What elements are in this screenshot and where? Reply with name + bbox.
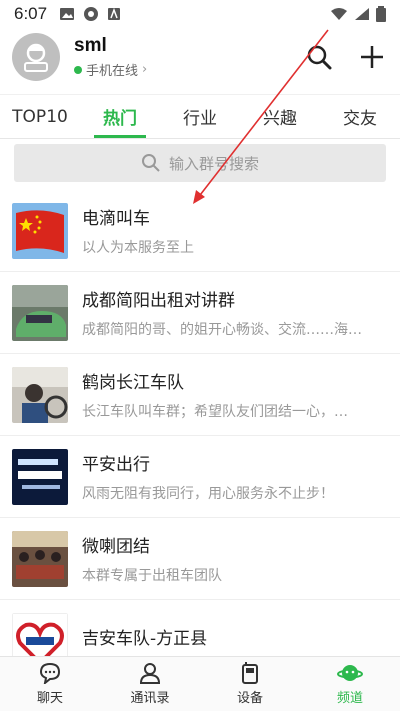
group-description: 以人为本服务至上 xyxy=(82,240,194,256)
group-description: 风雨无阻有我同行，用心服务永不止步！ xyxy=(82,486,334,502)
signal-icon xyxy=(355,8,369,20)
list-item[interactable]: 微喇团结 本群专属于出租车团队 xyxy=(0,518,400,600)
tab-friends[interactable]: 交友 xyxy=(320,95,400,138)
group-title: 电滴叫车 xyxy=(82,209,150,229)
group-description: 成都简阳的哥、的姐开心畅谈、交流……海… xyxy=(82,322,362,338)
channel-planet-icon xyxy=(337,665,363,681)
search-icon xyxy=(141,154,160,172)
nav-chat[interactable]: 聊天 xyxy=(0,657,100,711)
nav-device[interactable]: 设备 xyxy=(200,657,300,711)
group-title: 成都简阳出租对讲群 xyxy=(82,291,235,311)
group-avatar xyxy=(12,530,68,587)
group-avatar xyxy=(12,202,68,259)
profile-header: sml 手机在线 › xyxy=(0,28,400,86)
nav-channel-label: 频道 xyxy=(336,691,363,706)
status-time: 6:07 xyxy=(14,4,48,23)
taxi-photo-icon xyxy=(12,284,68,341)
bottom-navigation: 聊天 通讯录 设备 频道 xyxy=(0,656,400,711)
list-item-text: 成都简阳出租对讲群 成都简阳的哥、的姐开心畅谈、交流……海… xyxy=(82,286,378,339)
group-list: 电滴叫车 以人为本服务至上 成都简阳出租对讲群 成都简阳的哥、的姐开心畅谈、交流… xyxy=(0,190,400,682)
tab-industry[interactable]: 行业 xyxy=(160,95,240,138)
category-tabs: TOP10 热门 行业 兴趣 交友 xyxy=(0,94,400,138)
avatar[interactable] xyxy=(12,33,60,81)
list-item[interactable]: 平安出行 风雨无阻有我同行，用心服务永不止步！ xyxy=(0,436,400,518)
add-icon[interactable] xyxy=(360,45,384,69)
image-notification-icon xyxy=(60,8,75,20)
group-avatar xyxy=(12,366,68,423)
status-bar: 6:07 xyxy=(0,0,400,28)
app-notification-icon xyxy=(108,7,121,20)
chevron-right-icon: › xyxy=(142,62,148,77)
nav-channel[interactable]: 频道 xyxy=(300,657,400,711)
nav-contacts-label: 通讯录 xyxy=(130,691,170,706)
system-status-icons xyxy=(330,6,386,22)
divider xyxy=(0,138,400,139)
search-icon[interactable] xyxy=(306,44,332,70)
group-search-input[interactable]: 输入群号搜索 xyxy=(14,144,386,182)
wifi-icon xyxy=(331,8,347,20)
user-avatar-icon xyxy=(24,43,48,72)
tab-top10[interactable]: TOP10 xyxy=(0,95,80,138)
header-actions xyxy=(306,44,388,70)
chat-bubble-icon xyxy=(39,662,61,684)
online-status: 手机在线 › xyxy=(74,60,147,79)
list-item[interactable]: 成都简阳出租对讲群 成都简阳的哥、的姐开心畅谈、交流……海… xyxy=(0,272,400,354)
group-avatar xyxy=(12,284,68,341)
list-item-text: 鹤岗长江车队 长江车队叫车群；希望队友们团结一心，… xyxy=(82,368,378,421)
nav-contacts[interactable]: 通讯录 xyxy=(100,657,200,711)
radio-notification-icon xyxy=(84,7,99,21)
china-flag-icon xyxy=(12,202,68,259)
group-title: 鹤岗长江车队 xyxy=(82,373,184,393)
group-title: 吉安车队-方正县 xyxy=(82,629,208,649)
list-item-text: 吉安车队-方正县 xyxy=(82,624,378,657)
nav-device-label: 设备 xyxy=(236,691,263,706)
list-item[interactable]: 电滴叫车 以人为本服务至上 xyxy=(0,190,400,272)
online-status-text: 手机在线 xyxy=(86,64,139,79)
list-item-text: 微喇团结 本群专属于出租车团队 xyxy=(82,532,378,585)
online-dot-icon xyxy=(74,65,82,74)
list-item-text: 平安出行 风雨无阻有我同行，用心服务永不止步！ xyxy=(82,450,378,503)
battery-icon xyxy=(376,6,386,22)
group-title: 平安出行 xyxy=(82,455,150,475)
user-info[interactable]: sml 手机在线 › xyxy=(74,35,147,79)
group-description: 长江车队叫车群；希望队友们团结一心，… xyxy=(82,404,348,420)
nav-chat-label: 聊天 xyxy=(36,691,63,706)
group-description: 本群专属于出租车团队 xyxy=(82,568,222,584)
notification-icons xyxy=(59,6,121,22)
search-placeholder: 输入群号搜索 xyxy=(168,154,259,173)
list-item-text: 电滴叫车 以人为本服务至上 xyxy=(82,204,378,257)
slogan-image-icon xyxy=(12,448,68,505)
group-photo-icon xyxy=(12,530,68,587)
tab-interest[interactable]: 兴趣 xyxy=(240,95,320,138)
contacts-icon xyxy=(139,663,161,684)
driver-photo-icon xyxy=(12,366,68,423)
walkie-talkie-icon xyxy=(242,662,258,684)
tab-hot[interactable]: 热门 xyxy=(80,95,160,138)
list-item[interactable]: 鹤岗长江车队 长江车队叫车群；希望队友们团结一心，… xyxy=(0,354,400,436)
group-avatar xyxy=(12,448,68,505)
group-title: 微喇团结 xyxy=(82,537,150,557)
username: sml xyxy=(74,35,107,56)
